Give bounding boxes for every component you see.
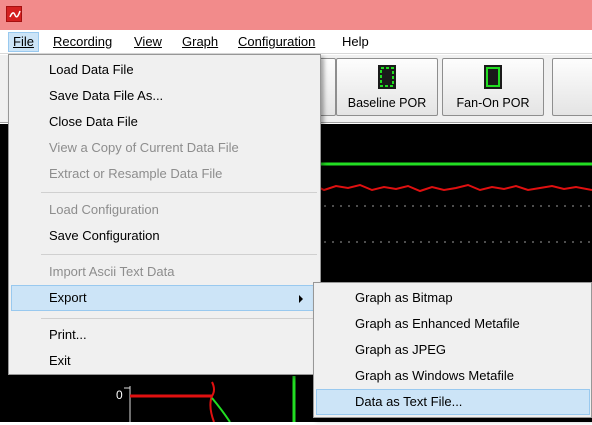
menu-item-label: Save Configuration [49,228,160,243]
menu-item-view-copy: View a Copy of Current Data File [11,135,318,161]
menu-item-label: Extract or Resample Data File [49,166,223,181]
submenu-item-graph-enhanced-metafile[interactable]: Graph as Enhanced Metafile [316,311,590,337]
menu-item-label: Load Configuration [49,202,159,217]
menu-help[interactable]: Help [338,32,373,52]
menu-item-import-ascii: Import Ascii Text Data [11,259,318,285]
menu-item-export[interactable]: Export [11,285,318,311]
submenu-item-label: Data as Text File... [355,394,463,409]
fan-on-por-label: Fan-On POR [456,96,530,110]
menu-view-label: View [134,34,162,49]
menu-item-extract-resample: Extract or Resample Data File [11,161,318,187]
file-menu-dropdown: Load Data File Save Data File As... Clos… [8,54,321,375]
menu-recording-label: Recording [53,34,113,49]
menu-item-print[interactable]: Print... [11,322,318,348]
menu-item-close-data-file[interactable]: Close Data File [11,109,318,135]
menu-separator [41,254,317,255]
menu-item-label: Save Data File As... [49,88,164,103]
title-bar [0,0,592,30]
submenu-item-label: Graph as Windows Metafile [355,368,514,383]
menu-file-label: File [13,34,34,49]
submenu-item-label: Graph as JPEG [355,342,447,357]
submenu-item-label: Graph as Bitmap [355,290,453,305]
menu-graph[interactable]: Graph [178,32,222,52]
export-submenu: Graph as Bitmap Graph as Enhanced Metafi… [313,282,592,418]
menu-item-label: Export [49,290,87,305]
menu-help-label: Help [342,34,369,49]
menu-item-save-data-file-as[interactable]: Save Data File As... [11,83,318,109]
menu-view[interactable]: View [130,32,166,52]
menu-item-exit[interactable]: Exit [11,348,318,374]
menu-item-label: Print... [49,327,87,342]
baseline-por-label: Baseline POR [347,96,427,110]
menu-item-label: Exit [49,353,71,368]
menu-item-label: Close Data File [49,114,138,129]
fan-on-por-button[interactable]: Fan-On POR [442,58,544,116]
submenu-arrow-icon [299,295,303,303]
menu-recording[interactable]: Recording [49,32,116,52]
baseline-por-icon [377,64,397,93]
menu-separator [41,318,317,319]
menu-item-load-data-file[interactable]: Load Data File [11,57,318,83]
submenu-item-label: Graph as Enhanced Metafile [355,316,520,331]
menu-separator [41,192,317,193]
menu-item-label: View a Copy of Current Data File [49,140,239,155]
submenu-item-graph-windows-metafile[interactable]: Graph as Windows Metafile [316,363,590,389]
menu-item-label: Import Ascii Text Data [49,264,175,279]
submenu-item-graph-bitmap[interactable]: Graph as Bitmap [316,285,590,311]
menu-configuration-label: Configuration [238,34,316,49]
red-curve-lower [209,381,215,423]
y-axis-zero-label: 0 [116,388,123,402]
menu-file[interactable]: File [8,32,39,52]
submenu-item-data-text-file[interactable]: Data as Text File... [316,389,590,415]
fan-on-por-icon [483,64,503,93]
menu-item-load-configuration: Load Configuration [11,197,318,223]
menu-item-save-configuration[interactable]: Save Configuration [11,223,318,249]
menu-graph-label: Graph [182,34,219,49]
menu-bar: File Recording View Graph Configuration … [0,30,592,54]
baseline-por-button[interactable]: Baseline POR [336,58,438,116]
red-trace [299,182,592,193]
menu-configuration[interactable]: Configuration [234,32,319,52]
app-icon[interactable] [6,6,22,22]
green-curve-lower [211,397,231,423]
toolbar-button-next[interactable] [552,58,592,116]
submenu-item-graph-jpeg[interactable]: Graph as JPEG [316,337,590,363]
menu-item-label: Load Data File [49,62,134,77]
